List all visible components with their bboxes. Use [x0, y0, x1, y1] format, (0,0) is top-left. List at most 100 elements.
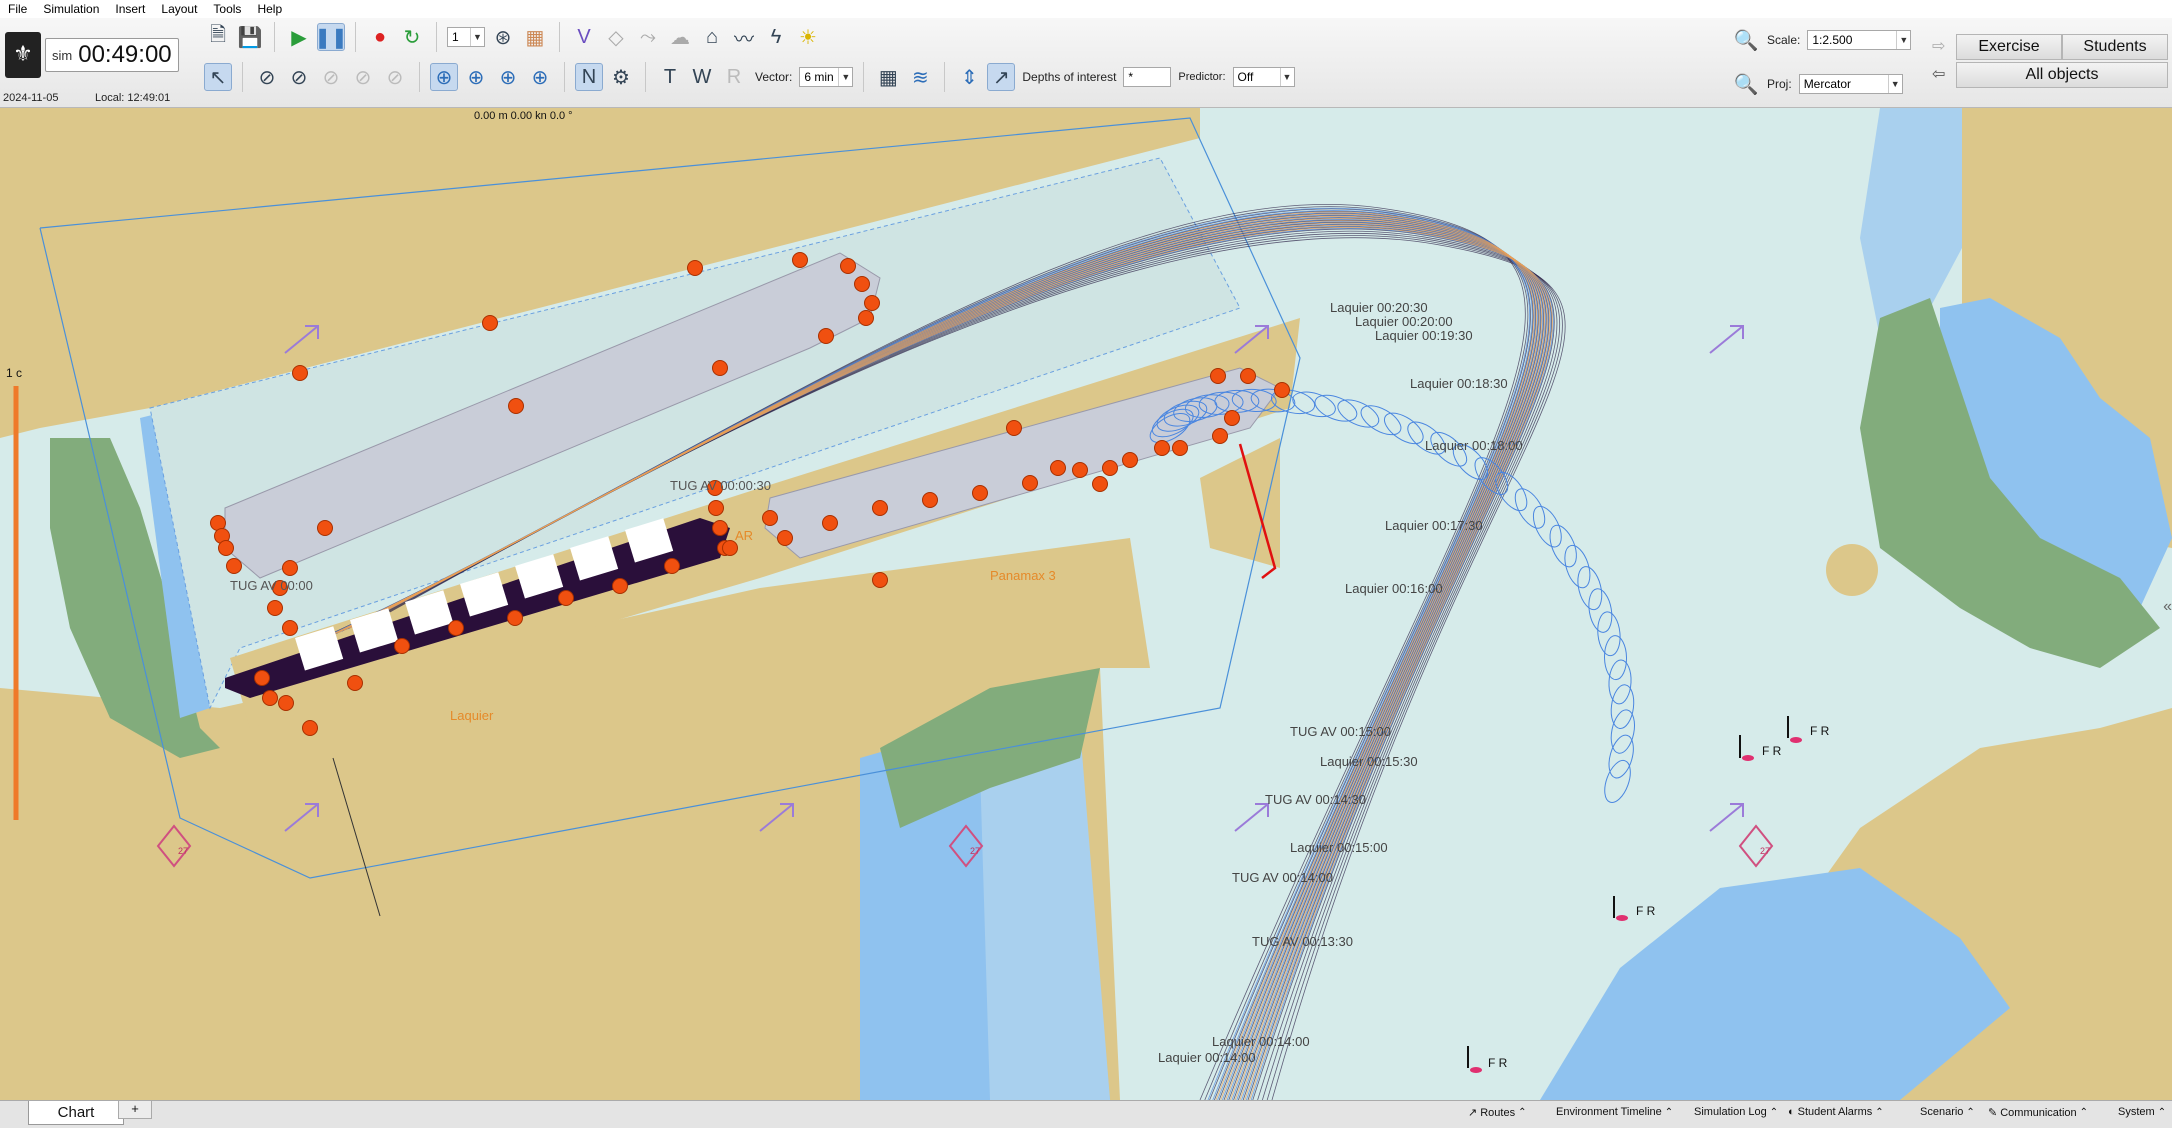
- environment-timeline-button[interactable]: Environment Timeline ⌃: [1556, 1106, 1673, 1118]
- menu-layout[interactable]: Layout: [153, 2, 205, 16]
- water-vector-icon[interactable]: W: [688, 63, 716, 91]
- select-pointer-icon[interactable]: ↖: [204, 63, 232, 91]
- save-icon[interactable]: 💾: [236, 23, 264, 51]
- back-arrow-icon[interactable]: ⇦: [1932, 64, 1945, 84]
- caret-up-icon: ⌃: [1664, 1106, 1674, 1118]
- compass-icon-4[interactable]: ⊕: [526, 63, 554, 91]
- north-up-icon[interactable]: N: [575, 63, 603, 91]
- scale-select[interactable]: 1:2.500 ▼: [1807, 30, 1912, 50]
- fender-dot: [792, 252, 808, 268]
- track-label-9: Laquier 00:15:30: [1320, 754, 1418, 769]
- fender-dot: [840, 258, 856, 274]
- separator: [274, 22, 275, 52]
- communication-icon: ✎: [1988, 1107, 1998, 1119]
- fender-dot: [226, 558, 242, 574]
- environment-timeline-label: Environment Timeline: [1556, 1106, 1662, 1118]
- compass-icon-2[interactable]: ⊕: [462, 63, 490, 91]
- compass-icon-1[interactable]: ⊕: [430, 63, 458, 91]
- exercise-tab[interactable]: Exercise: [1956, 34, 2062, 60]
- depths-input[interactable]: *: [1123, 67, 1172, 87]
- all-objects-button[interactable]: All objects: [1956, 62, 2168, 88]
- vector-value: 6 min: [804, 70, 834, 84]
- communication-button[interactable]: ✎ Communication ⌃: [1988, 1106, 2089, 1120]
- track-label-15: Laquier 00:14:00: [1158, 1050, 1256, 1065]
- scale-label: Scale:: [1767, 33, 1801, 47]
- caret-up-icon: ⌃: [1875, 1106, 1884, 1118]
- ar-label: AR: [735, 528, 754, 543]
- menu-insert[interactable]: Insert: [107, 2, 153, 16]
- measure-icon-3: ⊘: [322, 66, 340, 89]
- buoy-label-3: F R: [1636, 904, 1656, 918]
- fender-dot: [1122, 452, 1138, 468]
- fender-dot: [664, 558, 680, 574]
- measure-icon-1[interactable]: ⊘: [253, 63, 281, 91]
- weather-icon[interactable]: ☀: [794, 23, 822, 51]
- forward-arrow-icon[interactable]: ⇨: [1932, 36, 1945, 56]
- student-alarms-button[interactable]: ◐ Student Alarms ⌃: [1788, 1106, 1884, 1118]
- fender-dot: [1274, 382, 1290, 398]
- fender-dot: [612, 578, 628, 594]
- caret-up-icon: ⌃: [2079, 1107, 2089, 1118]
- track-label-11: Laquier 00:15:00: [1290, 840, 1388, 855]
- grid-icon[interactable]: ▦: [874, 63, 902, 91]
- v-logo-icon[interactable]: V: [570, 23, 598, 51]
- proj-select[interactable]: Mercator ▼: [1798, 74, 1903, 94]
- layers-icon[interactable]: ≋: [906, 63, 934, 91]
- scenario-button[interactable]: Scenario ⌃: [1920, 1106, 1975, 1118]
- routes-panel-button[interactable]: ↗ Routes ⌃: [1468, 1106, 1526, 1120]
- separator: [559, 22, 560, 52]
- date-label: 2024-11-05: [3, 92, 59, 104]
- track-label-3: Laquier 00:19:30: [1375, 328, 1473, 343]
- menu-file[interactable]: File: [0, 2, 35, 16]
- play-icon[interactable]: ▶: [285, 23, 313, 51]
- menu-simulation[interactable]: Simulation: [35, 2, 107, 16]
- open-exercise-icon[interactable]: 🗎: [204, 23, 232, 51]
- separator: [419, 62, 420, 92]
- snapshot-icon[interactable]: ⊛: [489, 23, 517, 51]
- ship-settings-icon[interactable]: ⚙: [607, 63, 635, 91]
- separator: [355, 22, 356, 52]
- fender-dot: [1224, 410, 1240, 426]
- depths-label: Depths of interest: [1022, 70, 1117, 84]
- current-icon[interactable]: ϟ: [762, 23, 790, 51]
- true-vector-icon[interactable]: T: [656, 63, 684, 91]
- students-tab[interactable]: Students: [2062, 34, 2168, 60]
- vector-select[interactable]: 6 min ▼: [799, 67, 854, 87]
- chart-canvas[interactable]: [0, 108, 2172, 1100]
- vector-label: Vector:: [755, 70, 793, 84]
- depth-icon[interactable]: ⇕: [955, 63, 983, 91]
- pause-icon[interactable]: ❚❚: [314, 23, 348, 51]
- replay-icon[interactable]: ↻: [398, 23, 426, 51]
- menu-help[interactable]: Help: [249, 2, 290, 16]
- predictor-select[interactable]: Off ▼: [1232, 67, 1295, 87]
- wind-icon[interactable]: 〰: [730, 23, 758, 51]
- depth-label-2: 27: [970, 846, 981, 856]
- fender-dot: [317, 520, 333, 536]
- depth-pick-icon[interactable]: ↗: [987, 63, 1016, 91]
- fender-dot: [254, 670, 270, 686]
- student-alarms-label: Student Alarms: [1797, 1106, 1873, 1118]
- scale-value: 1:2.500: [1812, 33, 1853, 47]
- measure-icon-4: ⊘: [354, 66, 372, 89]
- lighthouse-icon[interactable]: ⌂: [698, 23, 726, 51]
- caret-up-icon: ⌃: [2157, 1106, 2167, 1118]
- simulation-log-button[interactable]: Simulation Log ⌃: [1694, 1106, 1778, 1118]
- chart-map[interactable]: 0.00 m 0.00 kn 0.0 ° 1 c Panamax 3 Laqui…: [0, 108, 2172, 1100]
- compass-icon-3[interactable]: ⊕: [494, 63, 522, 91]
- fender-dot: [394, 638, 410, 654]
- caret-up-icon: ⌃: [1769, 1106, 1779, 1118]
- chevron-down-icon: ▼: [1279, 68, 1294, 86]
- menu-tools[interactable]: Tools: [205, 2, 249, 16]
- add-tab-button[interactable]: +: [118, 1101, 152, 1119]
- tab-chart[interactable]: Chart: [28, 1101, 124, 1125]
- zoom-icon[interactable]: 🔍: [1732, 26, 1760, 54]
- measure-icon-2[interactable]: ⊘: [285, 63, 313, 91]
- record-icon[interactable]: ●: [366, 23, 394, 51]
- calendar-icon[interactable]: ▦: [521, 23, 549, 51]
- speed-select[interactable]: 1 ▼: [447, 27, 485, 47]
- fender-dot: [858, 310, 874, 326]
- projection-zoom-icon[interactable]: 🔍: [1732, 70, 1760, 98]
- system-button[interactable]: System ⌃: [2118, 1106, 2166, 1118]
- separator: [863, 62, 865, 92]
- collapse-panel-icon[interactable]: «: [2163, 598, 2172, 616]
